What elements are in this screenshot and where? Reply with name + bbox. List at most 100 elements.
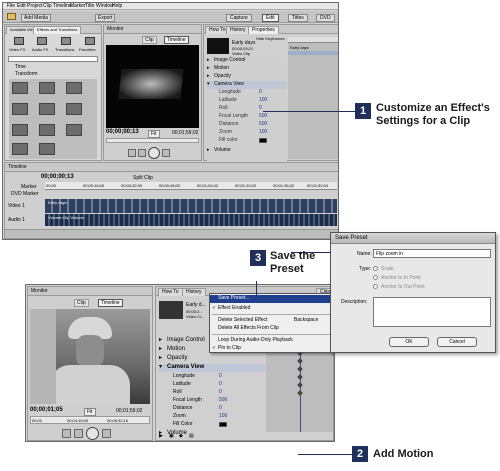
- tab-how-to[interactable]: How To: [158, 288, 183, 296]
- section-opacity[interactable]: Opacity ▸: [207, 73, 287, 81]
- keyframe-icon[interactable]: ◆: [179, 433, 183, 439]
- param-value[interactable]: 100: [219, 413, 227, 419]
- section-opacity[interactable]: Opacity ▸: [159, 355, 265, 363]
- timeline-timecode[interactable]: 00;00;00;13: [41, 174, 74, 181]
- tree-item-transform[interactable]: Transform: [15, 71, 38, 77]
- capture-button[interactable]: Capture: [226, 14, 252, 22]
- keyframe-marker[interactable]: [297, 390, 303, 396]
- split-clip-button[interactable]: Split Clip: [133, 175, 153, 181]
- menu-timeline[interactable]: Timeline: [53, 3, 72, 9]
- effect-thumb[interactable]: [66, 103, 82, 115]
- timeline-scrollbar[interactable]: [5, 229, 338, 238]
- menu-title[interactable]: Title: [85, 3, 94, 9]
- section-image-control[interactable]: Image Control ▸: [207, 57, 287, 65]
- effect-thumb[interactable]: [12, 124, 28, 136]
- section-camera-view[interactable]: Camera View ▾: [159, 364, 265, 372]
- radio-anchor-in[interactable]: Anchor to In Point: [373, 274, 453, 282]
- menu-item-delete-all-effects[interactable]: Delete All Effects From Clip: [210, 325, 334, 333]
- titles-button[interactable]: Titles: [288, 14, 308, 22]
- effect-thumb[interactable]: [66, 82, 82, 94]
- param-value[interactable]: 0: [259, 89, 262, 95]
- category-favorites[interactable]: Favorites: [79, 37, 101, 55]
- param-value[interactable]: 0: [219, 405, 222, 411]
- menu-marker[interactable]: Marker: [70, 3, 86, 9]
- effect-thumb[interactable]: [12, 103, 28, 115]
- play-icon[interactable]: ▶: [159, 433, 163, 439]
- delete-icon[interactable]: ▤: [189, 433, 194, 439]
- keyframe-marker[interactable]: [297, 366, 303, 372]
- step-forward-button[interactable]: [102, 429, 111, 438]
- effect-thumb[interactable]: [39, 103, 55, 115]
- radio-scale[interactable]: Scale: [373, 265, 433, 273]
- tab-timeline[interactable]: Timeline: [164, 36, 189, 44]
- effects-search-input[interactable]: [8, 56, 98, 62]
- category-videofx[interactable]: Video FX: [9, 37, 29, 55]
- dvd-button[interactable]: DVD: [316, 14, 335, 22]
- effect-thumb[interactable]: [12, 143, 28, 155]
- menu-item-effect-enabled[interactable]: ✓ Effect Enabled: [210, 305, 334, 313]
- section-motion[interactable]: Motion ▸: [207, 65, 287, 73]
- param-value[interactable]: 500: [259, 113, 267, 119]
- param-value[interactable]: 0: [259, 105, 262, 111]
- tree-item-time[interactable]: Time: [15, 64, 26, 70]
- category-transitions[interactable]: Transitions: [55, 37, 77, 55]
- tab-timeline[interactable]: Timeline: [98, 299, 123, 307]
- param-value[interactable]: 500: [219, 397, 227, 403]
- hide-keyframes-button[interactable]: Hide Keyframes: [256, 36, 284, 42]
- export-button[interactable]: Export: [95, 14, 116, 22]
- category-audiofx[interactable]: Audio FX: [32, 37, 52, 55]
- menu-item-pin-to-clip[interactable]: ✓ Pin to Clip: [210, 345, 334, 353]
- menu-clip[interactable]: Clip: [43, 3, 52, 9]
- color-swatch[interactable]: [259, 138, 267, 143]
- keyframe-marker[interactable]: [297, 374, 303, 380]
- monitor-timecode[interactable]: 00;00;01;05: [30, 407, 63, 414]
- keyframe-marker[interactable]: [297, 382, 303, 388]
- tab-clip[interactable]: Clip: [74, 299, 89, 307]
- effect-thumb[interactable]: [39, 143, 55, 155]
- tab-history[interactable]: History: [226, 26, 250, 34]
- folder-icon[interactable]: [7, 13, 16, 20]
- play-button[interactable]: [86, 427, 99, 440]
- tab-properties[interactable]: Properties: [248, 26, 279, 34]
- step-back-button[interactable]: [74, 429, 83, 438]
- tab-effects-transitions[interactable]: Effects and Transitions: [33, 26, 82, 34]
- add-media-button[interactable]: Add Media: [21, 14, 51, 22]
- param-value[interactable]: 500: [259, 121, 267, 127]
- section-volume[interactable]: Volume ▸: [207, 147, 287, 155]
- rewind-button[interactable]: [128, 149, 136, 157]
- menu-item-save-preset[interactable]: Save Preset...: [210, 295, 334, 303]
- add-effect-icon[interactable]: ▣: [169, 433, 174, 439]
- section-camera-view[interactable]: Camera View ▾: [207, 81, 287, 89]
- monitor-scrubber[interactable]: [106, 138, 199, 143]
- param-value[interactable]: 0: [219, 389, 222, 395]
- tab-clip[interactable]: Clip: [142, 36, 157, 44]
- step-back-button[interactable]: [138, 149, 146, 157]
- keyframe-marker[interactable]: [297, 358, 303, 364]
- name-input[interactable]: Flip zoom in: [373, 249, 491, 258]
- color-swatch[interactable]: [219, 422, 227, 427]
- effect-thumb[interactable]: [39, 124, 55, 136]
- audio-clip[interactable]: [45, 214, 337, 226]
- time-ruler[interactable]: 00;00 00;00;16;00 00;00;32;00 00;00;48;0…: [45, 182, 337, 190]
- param-value[interactable]: 0: [219, 381, 222, 387]
- monitor-scrubber[interactable]: 00;00 00;04;16;00 00;08;32;16: [30, 416, 150, 424]
- menu-item-loop-playback[interactable]: Loop During Audio-Only Playback: [210, 337, 334, 345]
- edit-button[interactable]: Edit: [262, 14, 279, 22]
- fit-select[interactable]: Fit: [84, 408, 96, 416]
- param-value[interactable]: 100: [259, 129, 267, 135]
- menu-project[interactable]: Project: [27, 3, 43, 9]
- play-button[interactable]: [148, 147, 160, 159]
- fit-select[interactable]: Fit: [148, 130, 160, 138]
- monitor-timecode[interactable]: 00;00;00;13: [106, 129, 139, 136]
- effect-thumb[interactable]: [12, 82, 28, 94]
- rewind-button[interactable]: [62, 429, 71, 438]
- effect-thumb[interactable]: [66, 124, 82, 136]
- menu-item-delete-selected-effect[interactable]: Delete Selected Effect Backspace: [210, 317, 334, 325]
- video-clip[interactable]: [45, 199, 337, 213]
- description-textarea[interactable]: [373, 297, 491, 327]
- menu-file[interactable]: File: [7, 3, 15, 9]
- cancel-button[interactable]: Cancel: [437, 337, 477, 347]
- ok-button[interactable]: OK: [389, 337, 429, 347]
- step-forward-button[interactable]: [162, 149, 170, 157]
- radio-anchor-out[interactable]: Anchor to Out Point: [373, 283, 453, 291]
